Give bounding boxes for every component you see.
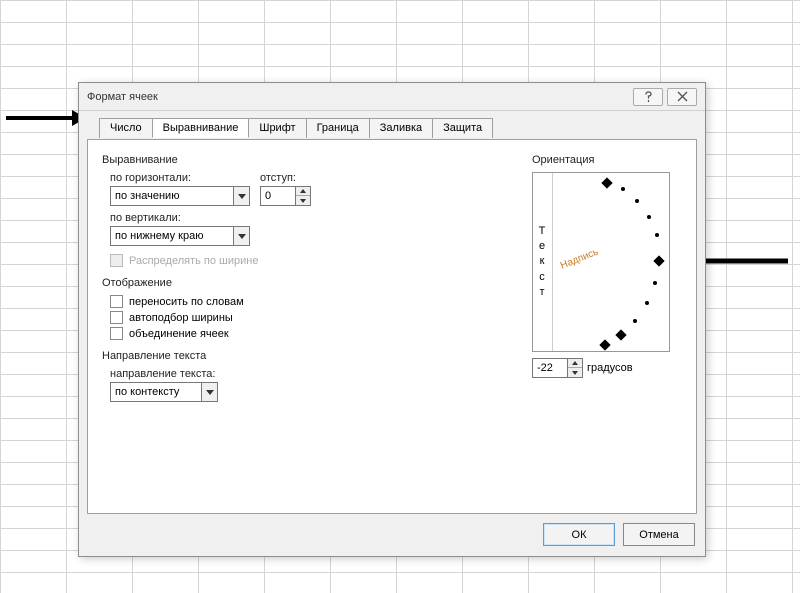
indent-label: отступ:	[260, 172, 311, 184]
cancel-button[interactable]: Отмена	[623, 523, 695, 546]
merge-cells-label: объединение ячеек	[129, 328, 229, 340]
chevron-down-icon	[201, 383, 217, 401]
horizontal-label: по горизонтали:	[110, 172, 250, 184]
titlebar: Формат ячеек	[79, 83, 705, 111]
vertical-text-button[interactable]: Текст	[533, 173, 553, 351]
tab-protection[interactable]: Защита	[432, 118, 493, 138]
tab-number[interactable]: Число	[99, 118, 153, 138]
spin-down-icon[interactable]	[568, 368, 582, 377]
shrink-to-fit-label: автоподбор ширины	[129, 312, 233, 324]
ok-button[interactable]: ОК	[543, 523, 615, 546]
format-cells-dialog: Формат ячеек Число Выравнивание Шрифт Гр…	[78, 82, 706, 557]
orientation-indicator: Надпись	[559, 246, 600, 271]
justify-distributed-label: Распределять по ширине	[129, 255, 258, 267]
close-button[interactable]	[667, 88, 697, 106]
orientation-dial-area[interactable]: Надпись	[553, 173, 669, 351]
orientation-group: Ориентация Текст	[532, 150, 682, 378]
dialog-footer: ОК Отмена	[543, 523, 695, 546]
horizontal-combo[interactable]: по значению	[110, 186, 250, 206]
chevron-down-icon	[233, 227, 249, 245]
tab-panel-alignment: Выравнивание по горизонтали: по значению…	[87, 139, 697, 514]
spin-up-icon[interactable]	[568, 359, 582, 368]
tab-strip: Число Выравнивание Шрифт Граница Заливка…	[99, 118, 697, 138]
justify-distributed-checkbox	[110, 254, 123, 267]
tab-alignment[interactable]: Выравнивание	[152, 118, 250, 138]
spin-down-icon[interactable]	[296, 196, 310, 205]
wrap-text-checkbox[interactable]	[110, 295, 123, 308]
degrees-spinner[interactable]: -22	[532, 358, 583, 378]
spin-up-icon[interactable]	[296, 187, 310, 196]
orientation-section-title: Ориентация	[532, 154, 682, 166]
vertical-combo[interactable]: по нижнему краю	[110, 226, 250, 246]
degrees-label: градусов	[587, 362, 633, 374]
dialog-title: Формат ячеек	[87, 91, 158, 103]
orientation-dial[interactable]: Текст Надпись	[532, 172, 670, 352]
tab-fill[interactable]: Заливка	[369, 118, 433, 138]
wrap-text-label: переносить по словам	[129, 296, 244, 308]
text-direction-combo[interactable]: по контексту	[110, 382, 218, 402]
tab-font[interactable]: Шрифт	[248, 118, 306, 138]
help-button[interactable]	[633, 88, 663, 106]
indent-spinner[interactable]: 0	[260, 186, 311, 206]
shrink-to-fit-checkbox[interactable]	[110, 311, 123, 324]
merge-cells-checkbox[interactable]	[110, 327, 123, 340]
tab-border[interactable]: Граница	[306, 118, 370, 138]
chevron-down-icon	[233, 187, 249, 205]
